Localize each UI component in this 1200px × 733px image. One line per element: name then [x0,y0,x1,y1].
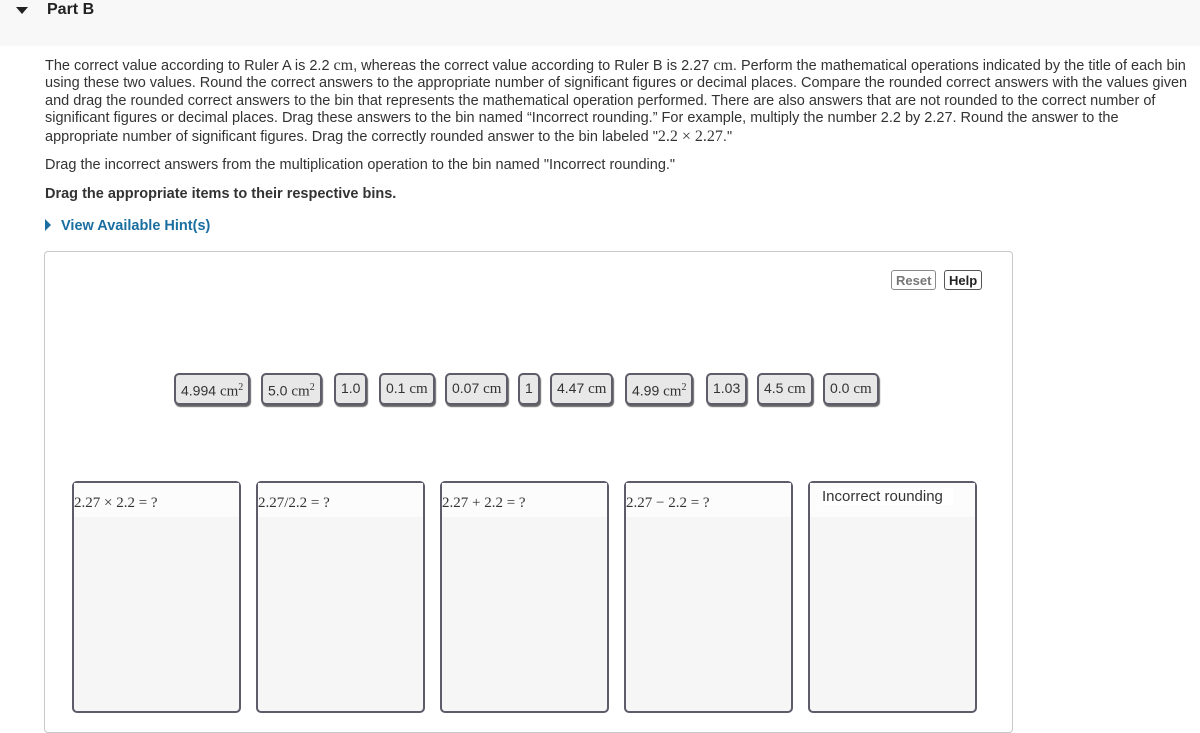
answer-tile[interactable]: 4.994 cm2 [174,373,251,405]
bin-header: 2.27/2.2 = ? [258,483,423,517]
drop-bin[interactable]: 2.27 − 2.2 = ? [624,481,793,713]
help-button[interactable]: Help [944,270,983,290]
drop-bin[interactable]: 2.27 + 2.2 = ? [440,481,609,713]
drag-instruction: Drag the appropriate items to their resp… [45,186,397,202]
part-header[interactable]: Part B [0,0,1200,46]
answer-tile[interactable]: 0.1 cm [379,373,435,405]
answer-tile[interactable]: 1.03 [706,373,748,405]
bin-incorrect-rounding[interactable]: Incorrect rounding [808,481,977,713]
incorrect-instruction: Drag the incorrect answers from the mult… [45,157,676,173]
bin-title: 2.27/2.2 = ? [258,495,330,511]
bin-header: Incorrect rounding [810,483,975,517]
view-hints-link[interactable]: View Available Hint(s) [45,218,210,234]
answer-tile[interactable]: 5.0 cm2 [261,373,322,405]
bin-title: 2.27 × 2.2 = ? [74,495,158,511]
drop-bin[interactable]: 2.27 × 2.2 = ? [72,481,241,713]
answer-tile[interactable]: 4.99 cm2 [625,373,694,405]
bin-header: 2.27 − 2.2 = ? [626,483,791,517]
bin-header: 2.27 × 2.2 = ? [74,483,239,517]
bin-title: 2.27 + 2.2 = ? [442,495,526,511]
drop-bin[interactable]: 2.27/2.2 = ? [256,481,425,713]
bin-header: 2.27 + 2.2 = ? [442,483,607,517]
answer-tile[interactable]: 1 [518,373,540,405]
answer-tile[interactable]: 0.0 cm [823,373,879,405]
part-title: Part B [47,1,95,18]
answer-tile[interactable]: 4.5 cm [757,373,813,405]
answer-tile[interactable]: 0.07 cm [445,373,509,405]
collapse-triangle-icon[interactable] [16,7,28,14]
bin-title: Incorrect rounding [822,488,953,505]
answer-tile[interactable]: 4.47 cm [550,373,614,405]
problem-statement: The correct value according to Ruler A i… [45,57,1188,145]
expand-triangle-icon [45,219,51,231]
reset-button[interactable]: Reset [891,270,937,290]
bin-title: 2.27 − 2.2 = ? [626,495,710,511]
answer-tile[interactable]: 1.0 [334,373,368,405]
